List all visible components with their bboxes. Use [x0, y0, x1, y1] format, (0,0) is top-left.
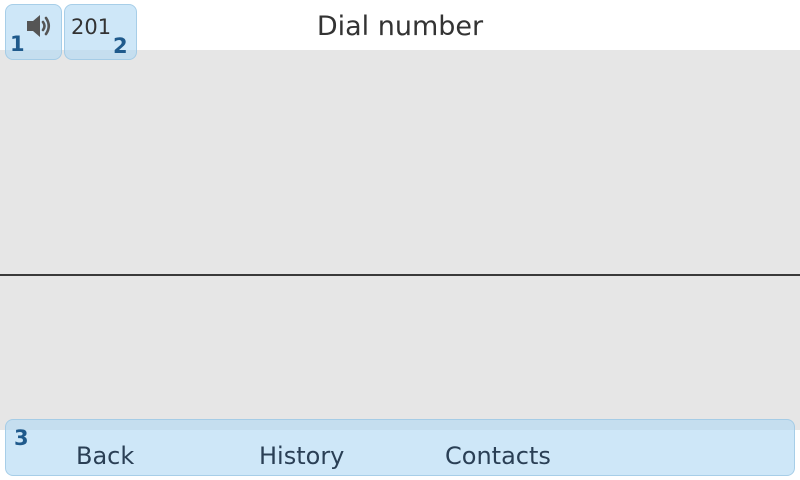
softkey-bar: 3 Back History Contacts [5, 419, 795, 476]
contacts-softkey[interactable]: Contacts [445, 442, 551, 470]
line-key-button[interactable]: 201 2 [64, 4, 137, 60]
line-number-label: 201 [71, 15, 112, 39]
back-softkey[interactable]: Back [76, 442, 134, 470]
speaker-button[interactable]: 1 [5, 4, 62, 60]
marker-label-2: 2 [113, 34, 128, 58]
speaker-icon [27, 15, 51, 37]
history-softkey[interactable]: History [259, 442, 344, 470]
dial-content-area [0, 50, 800, 430]
marker-label-3: 3 [14, 426, 29, 450]
input-divider-line [0, 274, 800, 276]
marker-label-1: 1 [10, 32, 25, 56]
